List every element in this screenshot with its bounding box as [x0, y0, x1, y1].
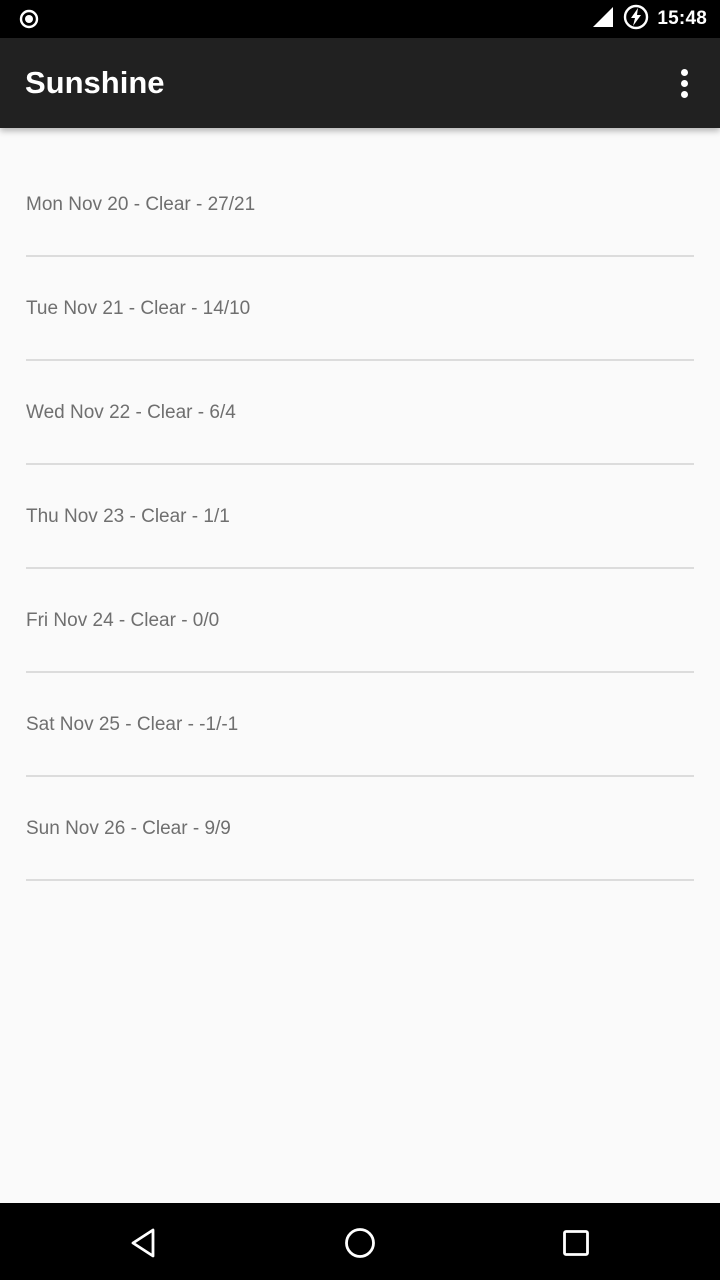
forecast-item-label: Thu Nov 23 - Clear - 1/1 [26, 506, 230, 527]
app-bar: Sunshine [0, 38, 720, 128]
forecast-item-label: Sat Nov 25 - Clear - -1/-1 [26, 714, 239, 735]
navigation-bar [0, 1203, 720, 1280]
forecast-item-wed[interactable]: Wed Nov 22 - Clear - 6/4 [26, 361, 694, 465]
menu-dot [680, 90, 688, 98]
forecast-item-label: Mon Nov 20 - Clear - 27/21 [26, 194, 256, 215]
battery-charging-icon [623, 4, 649, 35]
status-icons: 15:48 [591, 0, 707, 38]
forecast-item-tue[interactable]: Tue Nov 21 - Clear - 14/10 [26, 257, 694, 361]
forecast-item-label: Tue Nov 21 - Clear - 14/10 [26, 298, 251, 319]
recents-icon[interactable] [554, 1221, 598, 1265]
menu-dot [680, 68, 688, 76]
forecast-item-label: Sun Nov 26 - Clear - 9/9 [26, 818, 231, 839]
clock: 15:48 [657, 8, 707, 29]
forecast-item-mon[interactable]: Mon Nov 20 - Clear - 27/21 [26, 128, 694, 257]
forecast-item-sat[interactable]: Sat Nov 25 - Clear - -1/-1 [26, 673, 694, 777]
status-bar: 15:48 [0, 0, 720, 38]
forecast-item-label: Wed Nov 22 - Clear - 6/4 [26, 402, 236, 423]
back-icon[interactable] [122, 1221, 166, 1265]
home-icon[interactable] [338, 1221, 382, 1265]
forecast-item-sun[interactable]: Sun Nov 26 - Clear - 9/9 [26, 777, 694, 881]
app-title: Sunshine [25, 65, 165, 100]
more-vert-icon[interactable] [666, 65, 702, 101]
menu-dot [680, 79, 688, 87]
signal-icon [591, 5, 615, 34]
forecast-item-thu[interactable]: Thu Nov 23 - Clear - 1/1 [26, 465, 694, 569]
forecast-item-label: Fri Nov 24 - Clear - 0/0 [26, 610, 220, 631]
radio-button-icon [18, 8, 40, 30]
forecast-list: Mon Nov 20 - Clear - 27/21 Tue Nov 21 - … [0, 128, 720, 881]
forecast-item-fri[interactable]: Fri Nov 24 - Clear - 0/0 [26, 569, 694, 673]
